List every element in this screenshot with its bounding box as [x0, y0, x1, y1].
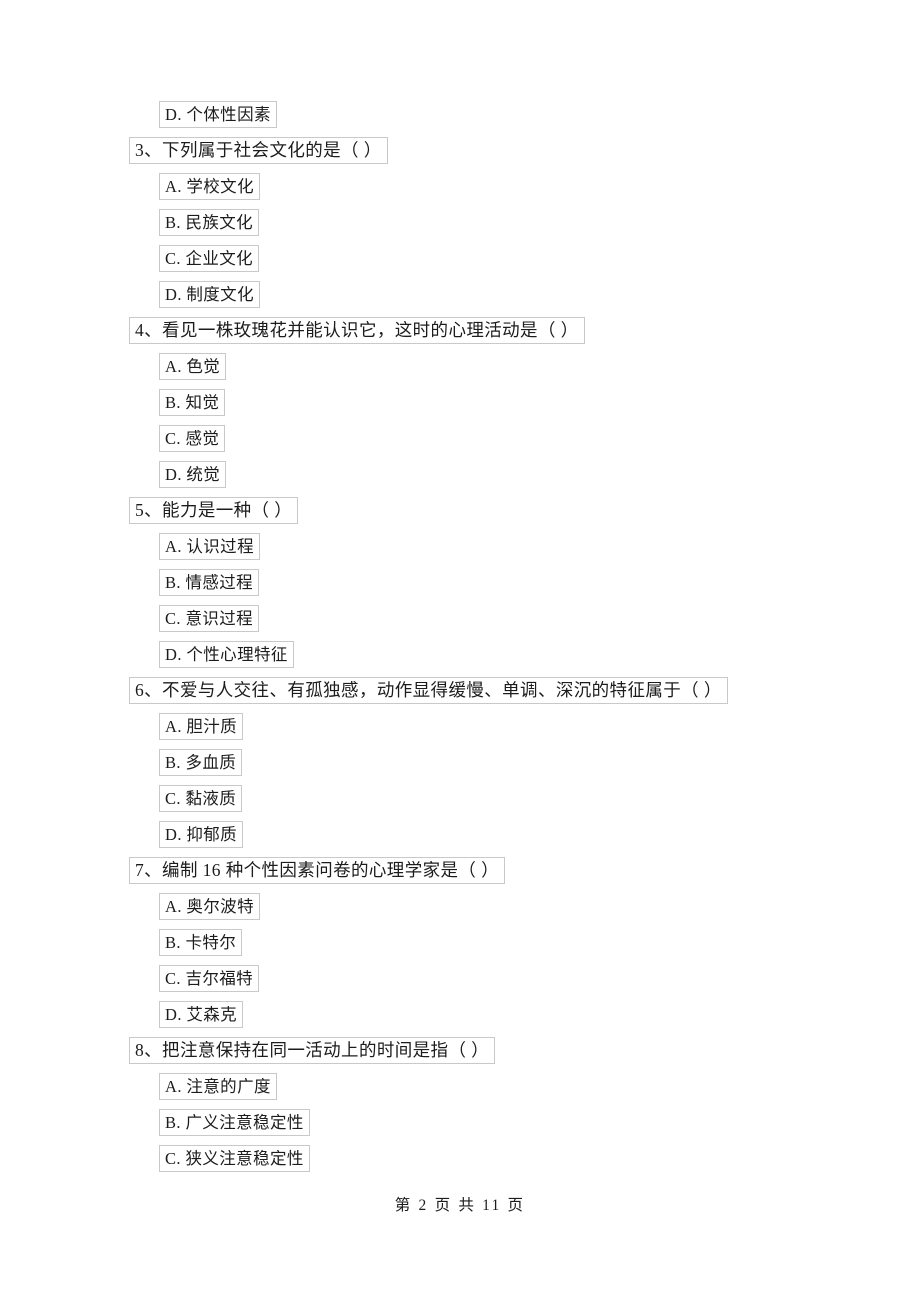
option-line: C. 感觉: [0, 420, 920, 456]
question-text: 7、编制 16 种个性因素问卷的心理学家是（ ）: [129, 856, 505, 884]
option-text: B. 广义注意稳定性: [159, 1108, 310, 1136]
option-line: A. 学校文化: [0, 168, 920, 204]
option-text: C. 黏液质: [159, 784, 243, 812]
question-text: 5、能力是一种（ ）: [129, 496, 299, 524]
option-text: B. 知觉: [159, 388, 226, 416]
option-text: D. 艾森克: [159, 1000, 244, 1028]
question-line: 4、看见一株玫瑰花并能认识它，这时的心理活动是（ ）: [0, 312, 920, 348]
option-text: C. 感觉: [159, 424, 226, 452]
option-line: B. 情感过程: [0, 564, 920, 600]
question-text: 3、下列属于社会文化的是（ ）: [129, 136, 388, 164]
option-text: D. 抑郁质: [159, 820, 244, 848]
option-text: B. 多血质: [159, 748, 243, 776]
option-text: A. 胆汁质: [159, 712, 244, 740]
option-line: A. 认识过程: [0, 528, 920, 564]
option-line: A. 色觉: [0, 348, 920, 384]
option-line: D. 个体性因素: [0, 96, 920, 132]
document-page: D. 个体性因素 3、下列属于社会文化的是（ ） A. 学校文化 B. 民族文化 C. …: [0, 0, 920, 1302]
option-text: B. 情感过程: [159, 568, 260, 596]
option-text: D. 个性心理特征: [159, 640, 294, 668]
option-text: A. 奥尔波特: [159, 892, 260, 920]
option-line: B. 知觉: [0, 384, 920, 420]
option-line: D. 个性心理特征: [0, 636, 920, 672]
option-line: D. 艾森克: [0, 996, 920, 1032]
option-text: D. 制度文化: [159, 280, 260, 308]
option-line: B. 卡特尔: [0, 924, 920, 960]
question-line: 7、编制 16 种个性因素问卷的心理学家是（ ）: [0, 852, 920, 888]
question-text: 4、看见一株玫瑰花并能认识它，这时的心理活动是（ ）: [129, 316, 585, 344]
option-line: B. 民族文化: [0, 204, 920, 240]
question-text: 6、不爱与人交往、有孤独感，动作显得缓慢、单调、深沉的特征属于（ ）: [129, 676, 728, 704]
option-text: C. 企业文化: [159, 244, 260, 272]
option-line: D. 抑郁质: [0, 816, 920, 852]
option-line: D. 统觉: [0, 456, 920, 492]
option-text: C. 狭义注意稳定性: [159, 1144, 310, 1172]
page-footer: 第 2 页 共 11 页: [0, 1193, 920, 1215]
option-line: C. 黏液质: [0, 780, 920, 816]
option-line: B. 多血质: [0, 744, 920, 780]
question-line: 8、把注意保持在同一活动上的时间是指（ ）: [0, 1032, 920, 1068]
option-text: C. 吉尔福特: [159, 964, 260, 992]
option-text: A. 注意的广度: [159, 1072, 277, 1100]
question-line: 6、不爱与人交往、有孤独感，动作显得缓慢、单调、深沉的特征属于（ ）: [0, 672, 920, 708]
option-text: A. 学校文化: [159, 172, 260, 200]
option-text: B. 卡特尔: [159, 928, 243, 956]
option-text: D. 统觉: [159, 460, 227, 488]
option-text: B. 民族文化: [159, 208, 260, 236]
question-line: 5、能力是一种（ ）: [0, 492, 920, 528]
option-line: C. 吉尔福特: [0, 960, 920, 996]
option-line: A. 注意的广度: [0, 1068, 920, 1104]
question-text: 8、把注意保持在同一活动上的时间是指（ ）: [129, 1036, 496, 1064]
option-text: A. 色觉: [159, 352, 227, 380]
question-line: 3、下列属于社会文化的是（ ）: [0, 132, 920, 168]
option-line: C. 企业文化: [0, 240, 920, 276]
option-line: B. 广义注意稳定性: [0, 1104, 920, 1140]
option-text: C. 意识过程: [159, 604, 260, 632]
option-line: D. 制度文化: [0, 276, 920, 312]
option-line: C. 狭义注意稳定性: [0, 1140, 920, 1176]
option-line: A. 胆汁质: [0, 708, 920, 744]
page-footer-label: 第 2 页 共 11 页: [394, 1197, 526, 1214]
option-line: C. 意识过程: [0, 600, 920, 636]
option-text: A. 认识过程: [159, 532, 260, 560]
option-line: A. 奥尔波特: [0, 888, 920, 924]
option-text: D. 个体性因素: [159, 100, 277, 128]
exam-question-list: D. 个体性因素 3、下列属于社会文化的是（ ） A. 学校文化 B. 民族文化 C. …: [0, 96, 920, 1176]
